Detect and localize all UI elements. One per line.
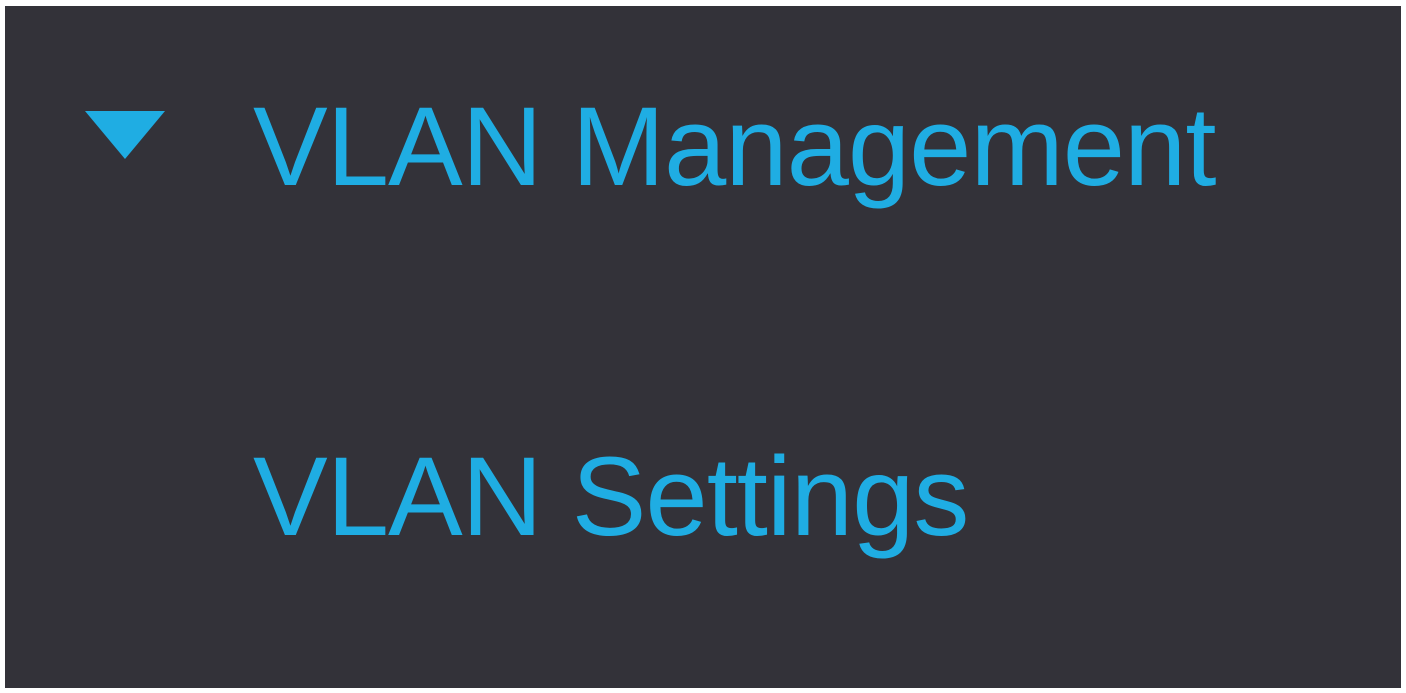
sidebar-nav: VLAN Management VLAN Settings [5, 6, 1401, 688]
sidebar-item-vlan-settings[interactable]: VLAN Settings [5, 441, 1401, 571]
screenshot-frame: VLAN Management VLAN Settings [0, 0, 1406, 693]
menu-group-label: VLAN Management [253, 84, 1216, 209]
sidebar-item-label: VLAN Settings [253, 434, 969, 559]
caret-down-icon [85, 111, 165, 159]
menu-group-header[interactable]: VLAN Management [5, 81, 1401, 211]
